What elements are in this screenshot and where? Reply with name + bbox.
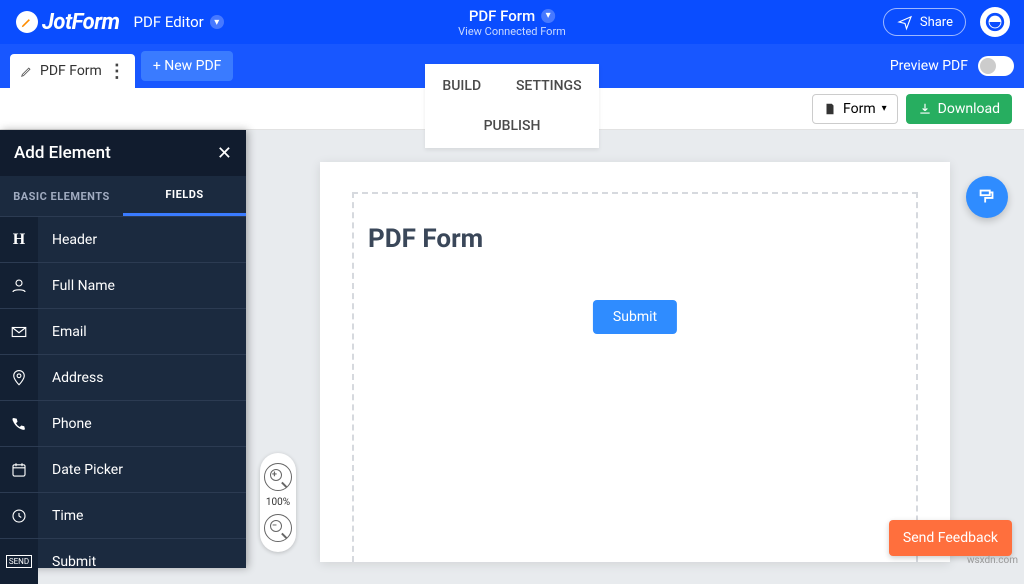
panel-header: Add Element ✕ — [0, 130, 246, 176]
brand-name: JotForm — [42, 10, 120, 35]
element-address[interactable]: Address — [0, 354, 246, 400]
page-drop-area[interactable]: PDF Form Submit — [352, 192, 918, 562]
view-connected-form-link[interactable]: View Connected Form — [458, 25, 566, 38]
clock-icon — [0, 493, 38, 538]
brand-logo[interactable]: JotForm — [0, 10, 120, 35]
document-title[interactable]: PDF Form ▾ — [458, 7, 566, 25]
header-icon: H — [0, 217, 38, 262]
document-icon — [823, 102, 837, 116]
logo-icon — [16, 11, 38, 33]
element-full-name[interactable]: Full Name — [0, 262, 246, 308]
element-header[interactable]: H Header — [0, 216, 246, 262]
preview-toggle[interactable] — [978, 56, 1014, 76]
preview-pdf-label: Preview PDF — [890, 58, 968, 74]
zoom-controls: + 100% − — [260, 453, 296, 552]
add-element-panel: Add Element ✕ BASIC ELEMENTS FIELDS H He… — [0, 130, 246, 568]
tab-basic-elements[interactable]: BASIC ELEMENTS — [0, 176, 123, 216]
close-icon[interactable]: ✕ — [217, 143, 232, 164]
chevron-down-icon: ▾ — [210, 15, 224, 29]
share-icon — [896, 13, 914, 31]
product-switcher[interactable]: PDF Editor ▾ — [134, 13, 224, 31]
tab-build[interactable]: BUILD — [428, 64, 495, 108]
send-icon: SEND — [0, 539, 38, 584]
pin-icon — [0, 355, 38, 400]
pen-icon — [20, 15, 34, 29]
panel-tabs: BASIC ELEMENTS FIELDS — [0, 176, 246, 216]
calendar-icon — [0, 447, 38, 492]
page-title: PDF Form — [368, 224, 916, 254]
element-date-picker[interactable]: Date Picker — [0, 446, 246, 492]
share-button[interactable]: Share — [883, 8, 966, 36]
zoom-in-button[interactable]: + — [264, 463, 292, 491]
mode-tabs: BUILD SETTINGS PUBLISH — [425, 64, 599, 148]
elements-list: H Header Full Name Email Address Phone D… — [0, 216, 246, 584]
watermark: wsxdn.com — [967, 555, 1018, 566]
top-bar: JotForm PDF Editor ▾ PDF Form ▾ View Con… — [0, 0, 1024, 44]
zoom-out-button[interactable]: − — [264, 514, 292, 542]
edit-icon — [20, 64, 34, 78]
tab-publish[interactable]: PUBLISH — [425, 108, 599, 148]
element-phone[interactable]: Phone — [0, 400, 246, 446]
chevron-down-icon: ▾ — [882, 103, 887, 114]
tab-settings[interactable]: SETTINGS — [502, 64, 596, 108]
new-pdf-button[interactable]: + New PDF — [141, 51, 234, 81]
mail-icon — [0, 309, 38, 354]
document-tab[interactable]: PDF Form ⋮ — [10, 54, 135, 88]
product-name: PDF Editor — [134, 13, 204, 31]
download-button[interactable]: Download — [906, 94, 1012, 124]
form-submit-button[interactable]: Submit — [593, 300, 677, 334]
pdf-page[interactable]: PDF Form Submit — [320, 162, 950, 562]
zoom-percentage: 100% — [266, 497, 290, 508]
user-icon — [0, 263, 38, 308]
form-type-dropdown[interactable]: Form ▾ — [812, 94, 898, 124]
chevron-down-icon: ▾ — [541, 9, 555, 23]
tab-more-icon[interactable]: ⋮ — [108, 61, 125, 82]
element-time[interactable]: Time — [0, 492, 246, 538]
element-submit[interactable]: SEND Submit — [0, 538, 246, 584]
phone-icon — [0, 401, 38, 446]
document-title-area: PDF Form ▾ View Connected Form — [458, 7, 566, 38]
roller-icon — [976, 186, 998, 208]
element-email[interactable]: Email — [0, 308, 246, 354]
send-feedback-button[interactable]: Send Feedback — [889, 520, 1012, 556]
avatar-icon — [984, 11, 1006, 33]
tabs-bar: PDF Form ⋮ + New PDF BUILD SETTINGS PUBL… — [0, 44, 1024, 88]
tab-fields[interactable]: FIELDS — [123, 176, 246, 216]
user-avatar[interactable] — [980, 7, 1010, 37]
download-icon — [918, 102, 932, 116]
design-fab-button[interactable] — [966, 176, 1008, 218]
